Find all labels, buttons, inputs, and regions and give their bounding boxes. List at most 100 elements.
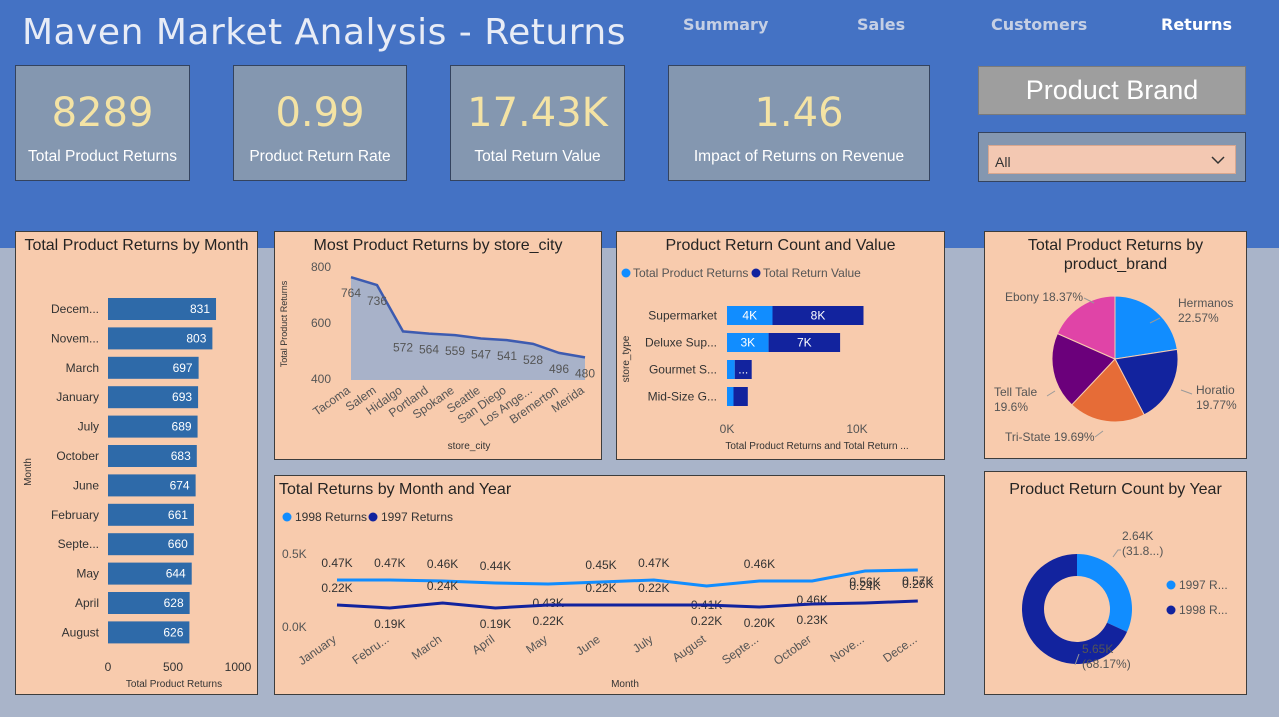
store-type-bar (727, 360, 735, 379)
city-area-chart: 800 600 400 764 736 572 564 559 547 541 528 496 480 T… (279, 260, 595, 452)
city-data-label: 564 (419, 343, 439, 357)
month-bar-label: 660 (168, 537, 188, 551)
month-tick-label: Septe... (719, 632, 761, 667)
line-data-label: 0.20K (744, 616, 775, 630)
x-tick-label: 1000 (225, 660, 252, 674)
y-tick-label: 400 (311, 372, 331, 386)
line-data-label: 0.47K (374, 556, 405, 570)
city-data-label: 480 (575, 366, 595, 380)
kpi-total-return-value: 17.43K Total Return Value (450, 65, 625, 181)
nav-returns[interactable]: Returns (1161, 15, 1232, 34)
donut-leader-line (1112, 549, 1121, 558)
month-tick-label: Septe... (58, 537, 99, 551)
month-tick-label: Nove... (828, 632, 867, 665)
kpi-value: 0.99 (275, 90, 365, 136)
city-data-label: 541 (497, 349, 517, 363)
pie-leader-line (1094, 430, 1104, 438)
pie-leader-line (1046, 390, 1056, 397)
panel-returns-by-brand: Total Product Returns by product_brand H… (984, 231, 1247, 459)
kpi-label: Impact of Returns on Revenue (693, 148, 905, 165)
line-data-label: 0.22K (638, 581, 669, 595)
store-type-tick-label: Deluxe Sup... (645, 336, 717, 350)
month-tick-label: July (630, 632, 656, 656)
month-tick-label: Novem... (51, 331, 99, 345)
month-tick-label: Decem... (51, 302, 99, 316)
legend-marker (621, 268, 631, 278)
line-data-label: 0.46K (744, 557, 775, 571)
month-tick-label: August (670, 632, 709, 665)
line-data-label: 0.22K (533, 614, 564, 628)
month-tick-label: October (771, 632, 814, 668)
panel-count-by-year: Product Return Count by Year 2.64K (31.8.… (984, 471, 1247, 695)
month-bar-label: 674 (170, 478, 190, 492)
month-tick-label: April (469, 632, 497, 657)
line-data-label: 0.47K (321, 556, 352, 570)
legend-label: 1998 Returns (295, 510, 367, 524)
y-tick-label: 0.0K (282, 620, 307, 634)
product-brand-dropdown[interactable]: All (988, 145, 1236, 174)
product-brand-slicer: All (978, 132, 1246, 182)
city-data-label: 547 (471, 347, 491, 361)
nav-customers[interactable]: Customers (991, 15, 1087, 34)
legend-label: 1997 R... (1179, 578, 1228, 592)
kpi-value: 8289 (51, 90, 154, 136)
line-data-label: 0.23K (797, 613, 828, 627)
pie-leader-line (1180, 389, 1193, 395)
panel-returns-by-city: Most Product Returns by store_city 800 60… (274, 231, 602, 460)
line-data-label: 0.46K (427, 557, 458, 571)
kpi-label: Total Return Value (474, 148, 601, 165)
y-axis-title: Month (23, 458, 34, 486)
month-bar-label: 693 (172, 390, 192, 404)
x-axis-title: Total Product Returns (126, 679, 222, 690)
store-type-bar-label: ... (738, 363, 748, 377)
month-bar-label: 683 (171, 449, 191, 463)
line-data-label: 0.47K (638, 556, 669, 570)
month-bar-label: 803 (186, 331, 206, 345)
line-data-label: 0.45K (585, 558, 616, 572)
brand-pie-label: Hermanos (1178, 296, 1233, 310)
brand-pie-slice (1114, 295, 1178, 360)
store-type-bar-label: 4K (742, 309, 757, 323)
slicer-title: Product Brand (978, 66, 1246, 115)
line-data-label: 0.22K (585, 581, 616, 595)
month-tick-label: July (78, 420, 99, 434)
y-tick-label: 800 (311, 260, 331, 274)
dropdown-selected-value: All (995, 154, 1011, 170)
line-series-path (336, 599, 918, 610)
month-bar-label: 644 (166, 567, 186, 581)
kpi-value: 17.43K (467, 90, 608, 136)
nav-sales[interactable]: Sales (857, 15, 905, 34)
store-type-bar-label: 3K (740, 336, 755, 350)
line-data-label: 0.24K (427, 579, 458, 593)
month-bar-label: 831 (190, 302, 210, 316)
kpi-label: Product Return Rate (249, 148, 391, 165)
chevron-down-icon (1211, 156, 1225, 165)
month-tick-label: June (573, 632, 603, 659)
kpi-product-return-rate: 0.99 Product Return Rate (233, 65, 407, 181)
month-bar-chart: Decem... 831 Novem... 803 March 697 January 693… (23, 298, 252, 690)
kpi-total-product-returns: 8289 Total Product Returns (15, 65, 190, 181)
legend-marker (1166, 580, 1176, 590)
donut-pct-label: (68.17%) (1082, 657, 1131, 671)
store-type-bar-label: 8K (811, 309, 826, 323)
city-data-label: 572 (393, 340, 413, 354)
brand-pie-label: 19.6% (994, 400, 1028, 414)
store-type-bar-chart: Total Product Returns Total Return Value S… (621, 266, 909, 452)
line-data-label: 0.43K (533, 596, 564, 610)
brand-pie-label: Tri-State 19.69% (1005, 430, 1095, 444)
store-type-bar (733, 387, 748, 406)
month-bar-label: 689 (172, 420, 192, 434)
legend-marker (751, 268, 761, 278)
month-tick-label: June (73, 478, 99, 492)
brand-pie-label: 19.77% (1196, 398, 1237, 412)
month-tick-label: February (51, 508, 99, 522)
month-tick-label: May (76, 567, 99, 581)
nav-summary[interactable]: Summary (683, 15, 768, 34)
month-tick-label: August (62, 625, 100, 639)
line-series-path (337, 568, 918, 588)
kpi-label: Total Product Returns (27, 148, 178, 165)
x-tick-label: 500 (163, 660, 183, 674)
panel-returns-by-month: Total Product Returns by Month Decem... 8… (15, 231, 258, 695)
y-axis-title: store_type (621, 335, 632, 382)
month-tick-label: January (56, 390, 99, 404)
